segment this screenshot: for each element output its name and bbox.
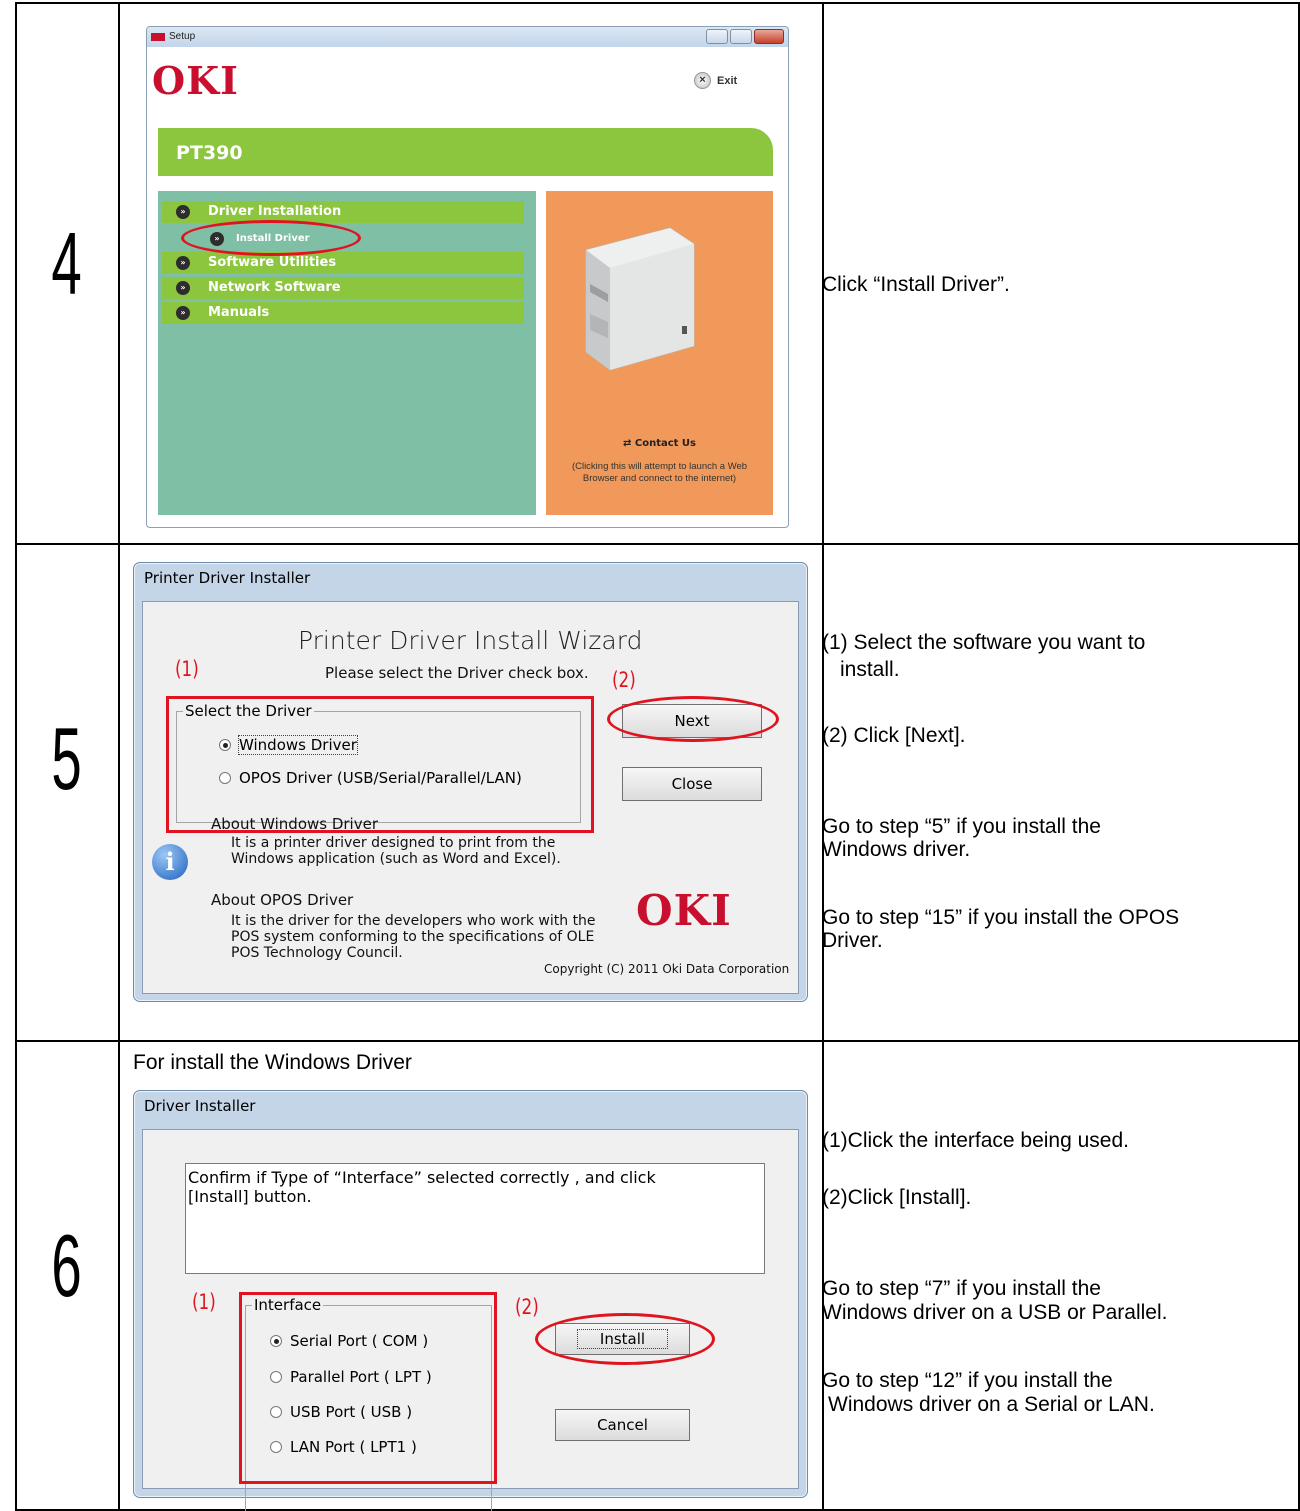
highlight-interface-group xyxy=(239,1292,497,1484)
contact-note: (Clicking this will attempt to launch a … xyxy=(571,461,748,484)
window-controls xyxy=(706,29,784,44)
highlight-install-driver xyxy=(181,220,361,256)
chevron-icon: » xyxy=(176,306,190,320)
oki-logo: OKI xyxy=(636,886,732,935)
row-divider-2 xyxy=(17,1040,1298,1042)
printer-image xyxy=(585,227,695,371)
minimize-icon[interactable] xyxy=(706,29,728,44)
highlight-next xyxy=(607,696,779,742)
wizard-heading: Printer Driver Install Wizard xyxy=(298,626,643,655)
chevron-icon: » xyxy=(176,205,190,219)
marker-2: (2) xyxy=(612,668,636,692)
setup-title: Setup xyxy=(169,31,196,42)
menu-network-software[interactable]: » Network Software xyxy=(162,277,524,299)
dialog-title: Driver Installer xyxy=(144,1097,256,1115)
highlight-install xyxy=(535,1313,715,1365)
cancel-button[interactable]: Cancel xyxy=(555,1409,690,1441)
oki-logo: OKI xyxy=(152,58,239,103)
step-number-4: 4 xyxy=(51,214,82,313)
app-icon xyxy=(151,33,165,41)
about-windows-text: It is a printer driver designed to print… xyxy=(231,835,561,867)
marker-1: (1) xyxy=(175,657,199,681)
contact-us-link[interactable]: ⇄ Contact Us xyxy=(546,438,773,449)
marker-2: (2) xyxy=(515,1295,539,1319)
menu-manuals[interactable]: » Manuals xyxy=(162,302,524,324)
highlight-driver-group xyxy=(166,696,594,833)
step-number-5: 5 xyxy=(51,709,82,808)
maximize-icon[interactable] xyxy=(730,29,752,44)
setup-titlebar: Setup xyxy=(147,27,788,47)
step-number-6: 6 xyxy=(51,1216,82,1315)
exit-label: Exit xyxy=(717,74,738,87)
marker-1: (1) xyxy=(192,1290,216,1314)
chevron-icon: » xyxy=(176,256,190,270)
close-icon[interactable] xyxy=(754,29,784,44)
product-name: PT390 xyxy=(176,142,243,164)
dialog-title: Printer Driver Installer xyxy=(144,569,311,587)
column-divider-1 xyxy=(118,4,120,1509)
message-box: Confirm if Type of “Interface” selected … xyxy=(185,1163,765,1274)
about-opos-title: About OPOS Driver xyxy=(211,891,354,909)
swap-arrows-icon: ⇄ xyxy=(623,438,632,449)
product-band: PT390 xyxy=(158,128,773,176)
chevron-icon: » xyxy=(176,281,190,295)
close-button[interactable]: Close xyxy=(622,767,762,801)
row-divider-1 xyxy=(17,543,1298,545)
about-windows-title: About Windows Driver xyxy=(211,815,378,833)
exit-button[interactable]: × Exit xyxy=(694,72,737,89)
exit-icon: × xyxy=(694,72,711,89)
wizard-instruction: Please select the Driver check box. xyxy=(325,664,589,682)
copyright: Copyright (C) 2011 Oki Data Corporation xyxy=(544,962,790,976)
menu-software-utilities[interactable]: » Software Utilities xyxy=(162,252,524,274)
info-icon: i xyxy=(152,844,188,880)
menu-driver-installation[interactable]: » Driver Installation xyxy=(162,201,524,223)
about-opos-text: It is the driver for the developers who … xyxy=(231,913,596,961)
